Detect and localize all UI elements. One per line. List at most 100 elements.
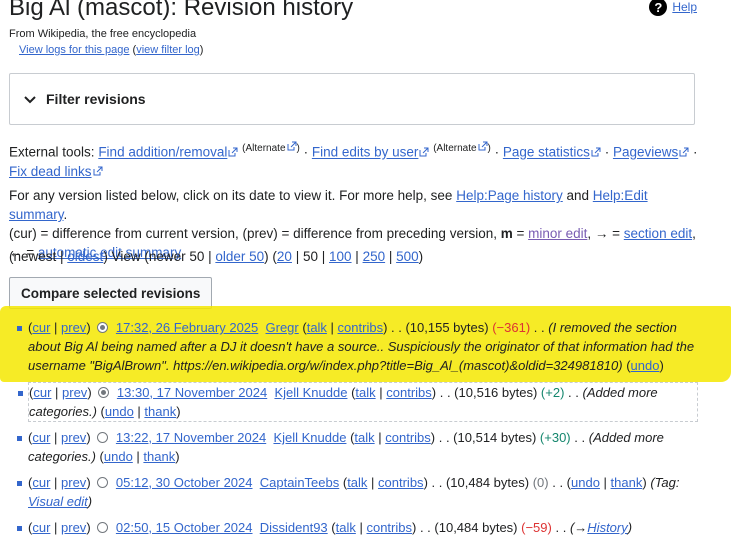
find-addition-removal-link[interactable]: Find addition/removal: [98, 145, 227, 160]
user-link[interactable]: CaptainTeebs: [260, 475, 340, 490]
prev-link[interactable]: prev: [61, 430, 86, 445]
filter-revisions-toggle[interactable]: Filter revisions: [9, 73, 695, 125]
size-diff: (−59): [521, 520, 552, 535]
dots: . .: [568, 385, 579, 400]
cur-link[interactable]: cur: [32, 520, 50, 535]
nav-text: |: [291, 249, 303, 264]
cur-link[interactable]: cur: [33, 385, 51, 400]
external-link-icon: [478, 141, 488, 151]
older-50-link[interactable]: older 50: [215, 249, 264, 264]
limit-500-link[interactable]: 500: [396, 249, 419, 264]
section-link[interactable]: History: [587, 520, 627, 535]
revision-radio[interactable]: [97, 322, 109, 333]
talk-link[interactable]: talk: [336, 520, 356, 535]
filter-log-link[interactable]: view filter log: [136, 44, 200, 56]
compare-selected-revisions-button[interactable]: Compare selected revisions: [9, 277, 213, 309]
user-link[interactable]: Kjell Knudde: [274, 385, 347, 400]
tag-close: ): [87, 494, 93, 509]
revision-radio[interactable]: [98, 387, 110, 398]
list-bullet: [17, 326, 22, 331]
thank-link[interactable]: thank: [144, 404, 176, 419]
contribs-link[interactable]: contribs: [386, 385, 432, 400]
contribs-link[interactable]: contribs: [366, 520, 412, 535]
revision-radio[interactable]: [97, 477, 109, 488]
alt-open[interactable]: (Alternate: [433, 143, 476, 154]
contribs-link[interactable]: contribs: [338, 320, 384, 335]
section-arrow: (→: [569, 520, 588, 535]
cur-link[interactable]: cur: [32, 430, 50, 445]
contribs-link[interactable]: contribs: [378, 475, 424, 490]
page-title: Big Al (mascot): Revision history: [9, 0, 354, 21]
talk-link[interactable]: talk: [307, 320, 327, 335]
list-bullet: [17, 526, 22, 531]
instr-text: .: [63, 207, 68, 222]
thank-link[interactable]: thank: [143, 449, 175, 464]
revision-date-link[interactable]: 02:50, 15 October 2024: [116, 520, 253, 535]
tag-prefix: (Tag:: [650, 475, 680, 490]
nav-text: |: [385, 249, 397, 264]
prev-link[interactable]: prev: [62, 385, 87, 400]
sep: ·: [490, 144, 503, 160]
revision-bytes: . . (10,484 bytes): [419, 520, 518, 535]
view-logs-link[interactable]: View logs for this page: [19, 44, 129, 56]
size-diff: (+30): [539, 430, 571, 445]
undo-link[interactable]: undo: [104, 449, 133, 464]
limit-100-link[interactable]: 100: [329, 249, 352, 264]
dots: . .: [533, 320, 545, 335]
help-icon[interactable]: ?: [649, 0, 668, 16]
find-edits-by-user-link[interactable]: Find edits by user: [312, 145, 419, 160]
undo-link[interactable]: undo: [571, 475, 600, 490]
prev-link[interactable]: prev: [61, 320, 86, 335]
revision-row: (cur | prev) 05:12, 30 October 2024 Capt…: [17, 473, 698, 511]
revision-date-link[interactable]: 13:22, 17 November 2024: [116, 430, 266, 445]
instr-text: =: [512, 226, 529, 241]
undo-link[interactable]: undo: [631, 358, 660, 373]
limit-20-link[interactable]: 20: [277, 249, 292, 264]
section-edit-link[interactable]: section edit: [624, 226, 692, 241]
help-label[interactable]: Help: [672, 0, 697, 14]
prev-link[interactable]: prev: [61, 520, 86, 535]
page-statistics-link[interactable]: Page statistics: [503, 145, 590, 160]
limit-50-current: 50: [302, 249, 318, 264]
size-diff: (−361): [492, 320, 531, 335]
revision-row: (cur | prev) 13:30, 17 November 2024 Kje…: [18, 382, 698, 422]
undo-link[interactable]: undo: [105, 404, 134, 419]
talk-link[interactable]: talk: [355, 385, 375, 400]
user-link[interactable]: Dissident93: [260, 520, 328, 535]
revision-radio[interactable]: [97, 522, 109, 533]
pagination: (newest | oldest) View (newer 50 | older…: [9, 249, 423, 264]
list-bullet: [17, 481, 22, 486]
list-bullet: [17, 436, 22, 441]
alt-open[interactable]: (Alternate: [242, 143, 285, 154]
talk-link[interactable]: talk: [347, 475, 367, 490]
cur-link[interactable]: cur: [32, 320, 50, 335]
help-link[interactable]: ? Help: [649, 0, 697, 16]
cur-link[interactable]: cur: [32, 475, 50, 490]
filter-label: Filter revisions: [46, 91, 146, 107]
fix-dead-links-link[interactable]: Fix dead links: [9, 164, 92, 179]
contribs-link[interactable]: contribs: [385, 430, 431, 445]
user-link[interactable]: Kjell Knudde: [273, 430, 346, 445]
revision-date-link[interactable]: 13:30, 17 November 2024: [117, 385, 267, 400]
help-page-history-link[interactable]: Help:Page history: [456, 188, 563, 203]
dots: . .: [574, 430, 586, 445]
thank-link[interactable]: thank: [611, 475, 643, 490]
minor-edit-link[interactable]: minor edit: [528, 226, 587, 241]
revision-date-link[interactable]: 05:12, 30 October 2024: [116, 475, 253, 490]
prev-link[interactable]: prev: [61, 475, 86, 490]
revision-date-link[interactable]: 17:32, 26 February 2025: [116, 320, 258, 335]
user-link[interactable]: Gregr: [266, 320, 299, 335]
oldest-link[interactable]: oldest: [67, 249, 103, 264]
section-close: ): [627, 520, 633, 535]
talk-link[interactable]: talk: [354, 430, 374, 445]
visual-edit-tag-link[interactable]: Visual edit: [28, 494, 88, 509]
nav-text: ) (: [264, 249, 277, 264]
external-link-icon: [419, 147, 429, 157]
revision-radio[interactable]: [97, 432, 109, 443]
pageviews-link[interactable]: Pageviews: [613, 145, 678, 160]
tagline: From Wikipedia, the free encyclopedia: [9, 28, 197, 40]
chevron-down-icon: [24, 91, 36, 107]
external-link-icon: [228, 147, 238, 157]
instr-text: and: [562, 188, 593, 203]
limit-250-link[interactable]: 250: [363, 249, 386, 264]
